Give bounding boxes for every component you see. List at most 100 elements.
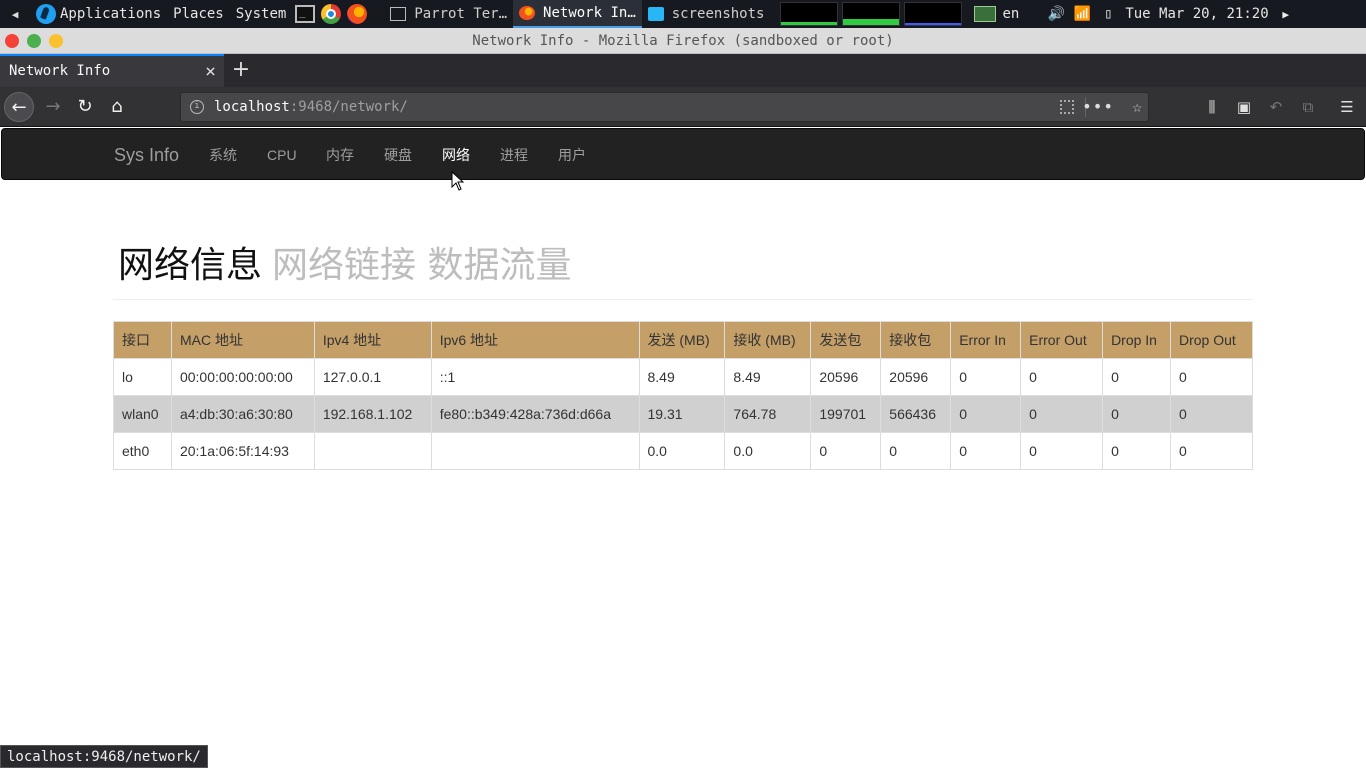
table-row: wlan0 a4:db:30:a6:30:80 192.168.1.102 fe80:… [113,395,1253,433]
table-cell: 00:00:00:00:00:00 [170,358,315,396]
tab-bar: Network Info × + [0,54,1366,87]
tab-network-info[interactable]: Network Info × [0,54,224,87]
site-brand[interactable]: Sys Info [114,129,179,181]
table-row: eth0 20:1a:06:5f:14:93 0.0 0.0 0 0 0 0 0 0 [113,432,1253,470]
task-firefox-label: Network In… [543,5,636,21]
table-cell: a4:db:30:a6:30:80 [170,395,315,433]
chrome-icon [321,4,342,24]
url-text[interactable]: localhost:9468/network/ [214,93,408,121]
wifi-icon[interactable]: 📶 [1071,6,1093,22]
page-content: Sys Info 系统 CPU 内存 硬盘 网络 进程 用户 网络信息 网络链接 … [0,127,1366,768]
table-header-cell: 发送 (MB) [638,321,726,359]
memory-graph[interactable] [842,2,901,26]
tab-label: Network Info [9,63,111,79]
table-row: lo 00:00:00:00:00:00 127.0.0.1::1 8.49 8.49 2… [113,358,1253,396]
nav-cpu[interactable]: CPU [267,129,297,181]
task-files-label: screenshots [671,6,765,22]
table-header-cell: Error In [950,321,1022,359]
table-cell: fe80::b349:428a:736d:d66a [430,395,640,433]
table-header-row: 接口 MAC 地址 Ipv4 地址 Ipv6 地址 发送 (MB) 接收 (MB) 发送包接… [113,321,1253,359]
task-terminal[interactable]: Parrot Ter… [384,0,513,28]
table-header-cell: Drop Out [1170,321,1253,359]
close-window-button[interactable] [5,34,19,48]
table-cell: 20596 [810,358,882,396]
page-heading: 网络信息 网络链接 数据流量 [118,244,571,288]
table-header-cell: Error Out [1020,321,1104,359]
table-cell: 127.0.0.1 [313,358,432,396]
library-icon[interactable]: ⫼ [1198,87,1226,127]
keyboard-icon[interactable] [974,6,997,22]
table-cell: 0 [950,358,1022,396]
nav-users[interactable]: 用户 [558,129,586,181]
firefox-launcher[interactable] [346,3,368,25]
task-files[interactable]: screenshots [642,0,771,28]
site-info-icon[interactable]: i [190,100,204,114]
task-firefox[interactable]: Network In… [513,0,642,28]
table-cell: 0 [880,432,952,470]
screenshot-icon[interactable]: ⧉ [1294,87,1322,127]
places-menu[interactable]: Places [167,0,230,28]
network-graph[interactable] [904,2,963,26]
maximize-window-button[interactable] [27,34,41,48]
table-header-cell: Ipv6 地址 [430,321,640,359]
table-cell: 192.168.1.102 [313,395,432,433]
task-terminal-label: Parrot Ter… [414,6,508,22]
table-cell: 0 [950,395,1022,433]
navigation-toolbar: ← → ↻ ⌂ i localhost:9468/network/ ••• ☆ … [0,87,1366,127]
table-cell: 0 [1102,432,1171,470]
page-actions-icon[interactable]: ••• [1082,93,1114,121]
close-tab-icon[interactable]: × [205,56,216,87]
panel-right-arrow-icon[interactable]: ▶ [1279,8,1293,21]
folder-task-icon [647,7,664,21]
volume-icon[interactable]: 🔊 [1045,6,1067,22]
table-cell: 8.49 [724,358,812,396]
nav-process[interactable]: 进程 [500,129,528,181]
battery-icon[interactable]: ▯ [1097,6,1119,22]
keyboard-layout[interactable]: en [1002,6,1019,22]
system-menu[interactable]: System [230,0,293,28]
forward-button[interactable]: → [38,92,68,122]
terminal-launcher[interactable]: _ [294,3,316,25]
undo-icon[interactable]: ↶ [1262,87,1290,127]
new-tab-button[interactable]: + [230,54,252,87]
minimize-window-button[interactable] [49,34,63,48]
table-cell: 566436 [880,395,952,433]
table-cell: 20596 [880,358,952,396]
home-button[interactable]: ⌂ [102,92,132,122]
bookmark-star-icon[interactable]: ☆ [1132,93,1142,121]
firefox-task-icon [519,6,536,20]
table-header-cell: MAC 地址 [170,321,315,359]
table-cell: ::1 [430,358,640,396]
menu-hamburger-icon[interactable]: ☰ [1333,87,1361,127]
nav-disk[interactable]: 硬盘 [384,129,412,181]
table-cell: 199701 [810,395,882,433]
nav-memory[interactable]: 内存 [326,129,354,181]
clock[interactable]: Tue Mar 20, 21:20 [1121,6,1276,22]
table-cell: wlan0 [113,395,172,433]
applications-menu-label: Applications [60,6,162,22]
nav-system[interactable]: 系统 [209,129,237,181]
heading-divider [113,299,1253,300]
table-cell: 0.0 [638,432,726,470]
panel-left-arrow-icon[interactable]: ◀ [0,8,30,21]
cpu-graph[interactable] [780,2,839,26]
window-titlebar: Network Info - Mozilla Firefox (sandboxe… [0,28,1366,54]
table-cell: 0 [1170,432,1253,470]
url-bar[interactable]: i localhost:9468/network/ ••• ☆ [180,92,1149,122]
back-button[interactable]: ← [4,92,34,122]
applications-menu[interactable]: Applications [30,0,167,28]
table-cell [313,432,432,470]
heading-subtitle: 网络链接 数据流量 [272,245,572,286]
network-table: 接口 MAC 地址 Ipv4 地址 Ipv6 地址 发送 (MB) 接收 (MB) 发送包接… [113,321,1253,470]
reload-button[interactable]: ↻ [70,92,100,122]
table-cell: 0 [1020,358,1104,396]
chrome-launcher[interactable] [320,3,342,25]
terminal-icon: _ [295,5,316,23]
status-bar: localhost:9468/network/ [0,745,208,768]
sidebar-icon[interactable]: ▣ [1230,87,1258,127]
table-header-cell: Drop In [1102,321,1171,359]
firefox-icon [347,4,368,24]
qr-code-icon[interactable] [1060,100,1074,114]
table-header-cell: Ipv4 地址 [313,321,432,359]
table-cell: 0 [1170,395,1253,433]
